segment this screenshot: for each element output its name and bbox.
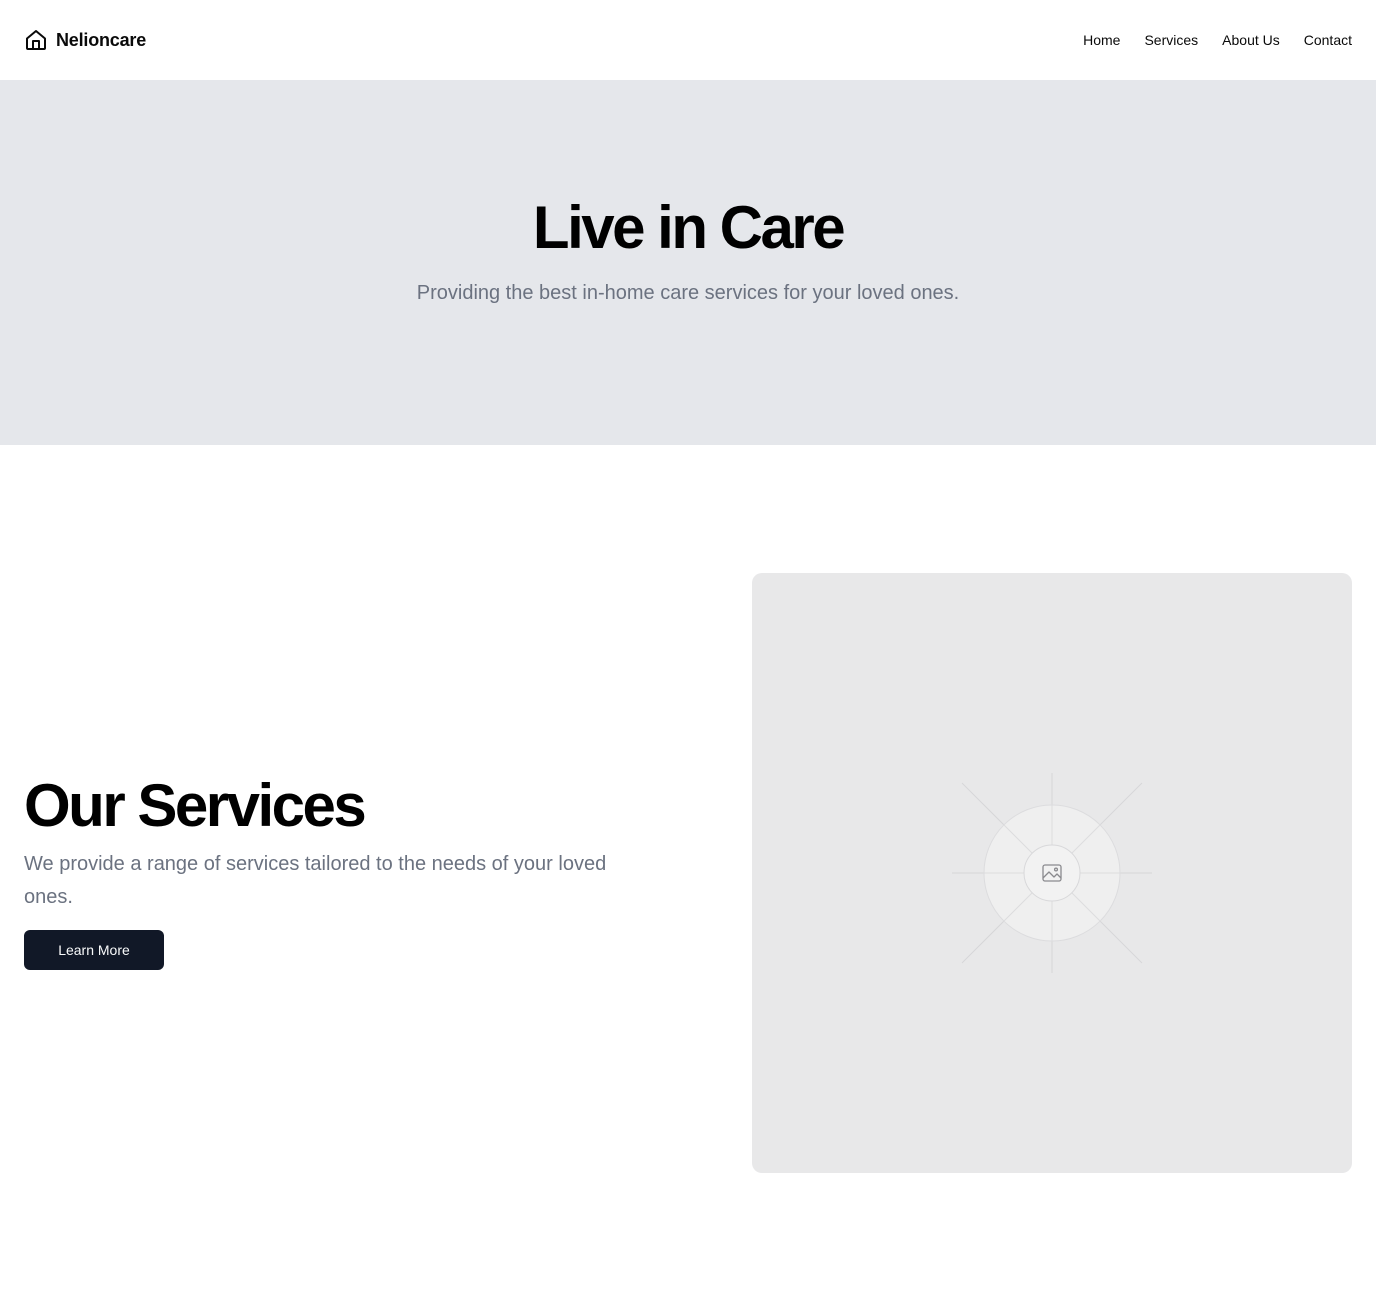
hero-section: Live in Care Providing the best in-home … (0, 80, 1376, 445)
main-nav: Home Services About Us Contact (1083, 32, 1352, 48)
services-title: Our Services (24, 772, 367, 839)
services-text-block: Our Services We provide a range of servi… (24, 776, 624, 970)
nav-item-contact[interactable]: Contact (1304, 32, 1352, 48)
services-image-placeholder (752, 573, 1352, 1173)
learn-more-button[interactable]: Learn More (24, 930, 164, 970)
nav-item-about-us[interactable]: About Us (1222, 32, 1280, 48)
nav-item-home[interactable]: Home (1083, 32, 1120, 48)
hero-title: Live in Care (532, 194, 846, 261)
brand-link[interactable]: Nelioncare (24, 28, 146, 52)
brand-name: Nelioncare (56, 29, 147, 50)
nav-item-services[interactable]: Services (1144, 32, 1198, 48)
services-description: We provide a range of services tailored … (24, 853, 607, 908)
hero-subtitle: Providing the best in-home care services… (416, 282, 960, 304)
image-placeholder-icon (952, 773, 1152, 973)
home-icon (24, 28, 48, 52)
services-section: Our Services We provide a range of servi… (0, 445, 1376, 1301)
site-header: Nelioncare Home Services About Us Contac… (0, 0, 1376, 80)
